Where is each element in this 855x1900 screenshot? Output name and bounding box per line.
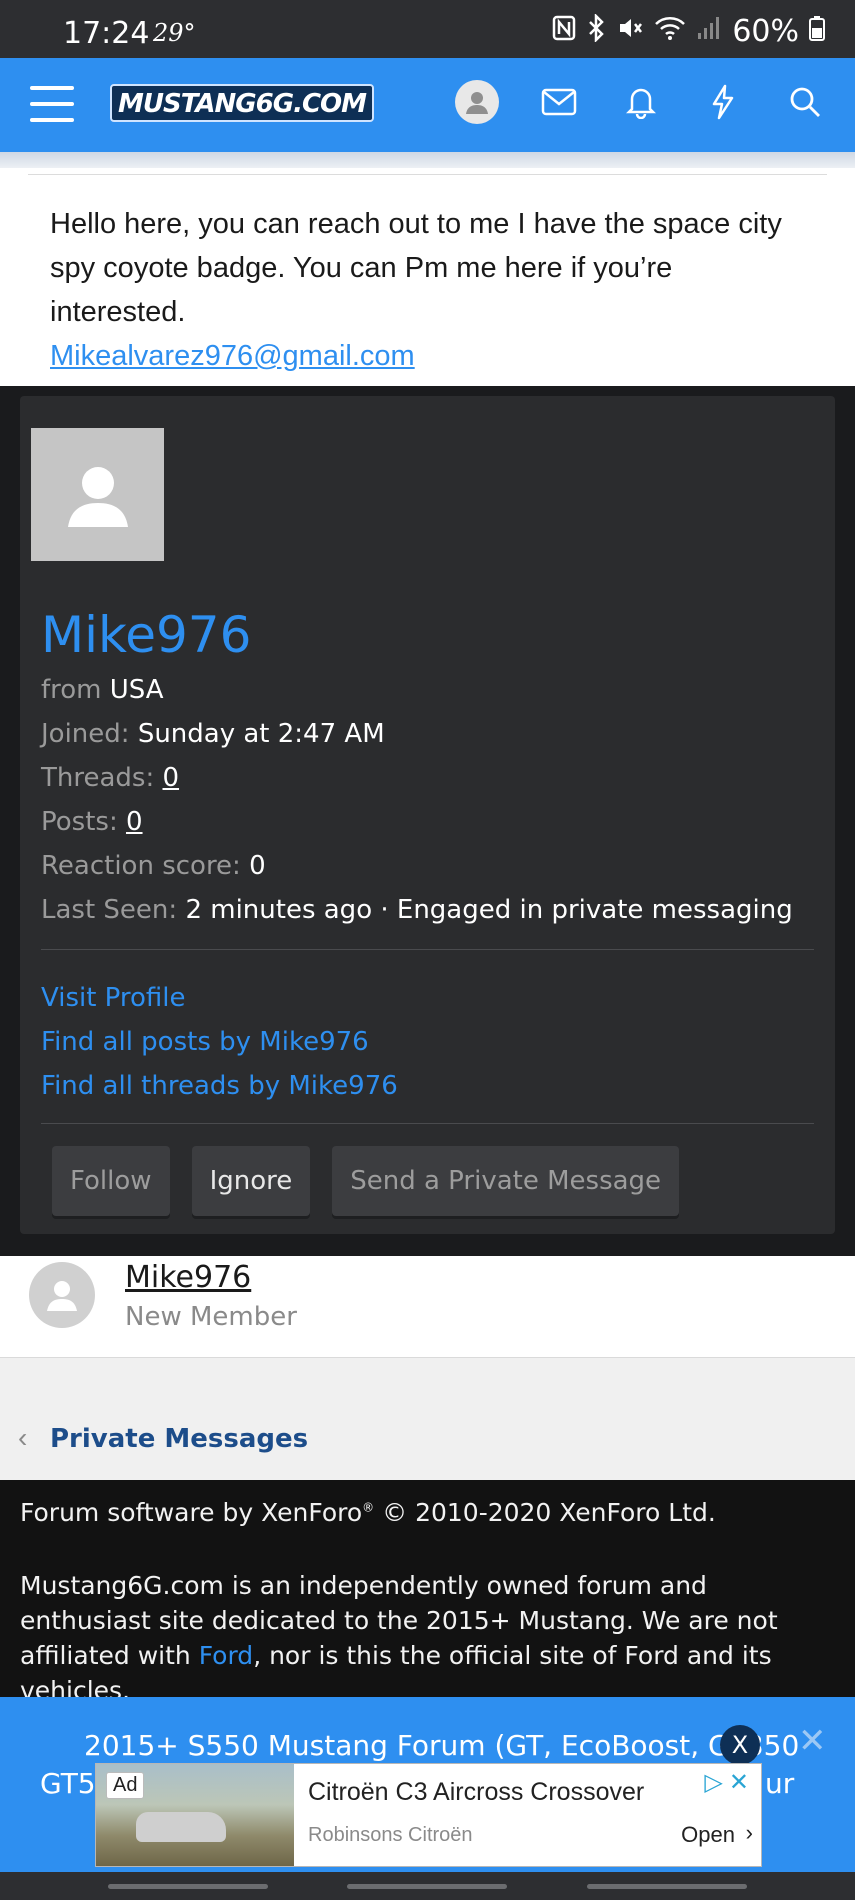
bluetooth-icon (586, 12, 606, 49)
conversation-participant-row: Mike976 New Member (0, 1256, 855, 1358)
system-gesture-bar (0, 1872, 855, 1900)
car-image (136, 1812, 226, 1842)
reaction-label: Reaction score: (41, 851, 241, 881)
follow-button[interactable]: Follow (52, 1146, 170, 1216)
last-seen-label: Last Seen: (41, 895, 178, 925)
inbox-icon[interactable] (537, 80, 581, 124)
message-body: Hello here, you can reach out to me I ha… (50, 202, 810, 378)
battery-percent: 60% (732, 14, 799, 49)
ad-title[interactable]: Citroën C3 Aircross Crossover (308, 1778, 644, 1807)
send-private-message-button[interactable]: Send a Private Message (332, 1146, 680, 1216)
nav-home-handle[interactable] (347, 1884, 507, 1889)
ad-bar-title-line2-right: ur (765, 1767, 795, 1800)
visit-profile-link[interactable]: Visit Profile (41, 976, 398, 1020)
menu-icon[interactable] (30, 86, 74, 122)
wifi-icon (654, 15, 686, 48)
from-label: from (41, 675, 102, 705)
threads-label: Threads: (41, 763, 155, 793)
divider (41, 949, 814, 950)
from-row: from USA (41, 668, 793, 712)
signal-icon (696, 15, 722, 48)
breadcrumb: ‹ Private Messages (0, 1358, 855, 1480)
from-value: USA (109, 675, 164, 705)
account-avatar-button[interactable] (455, 80, 499, 124)
chevron-left-icon: ‹ (18, 1422, 28, 1453)
member-card: Mike976 from USA Joined: Sunday at 2:47 … (20, 396, 835, 1234)
nav-icons (455, 80, 827, 124)
chevron-right-icon: › (745, 1820, 753, 1845)
adchoices-icon[interactable]: ▷ (704, 1768, 722, 1797)
footer-about: Mustang6G.com is an independently owned … (20, 1568, 840, 1700)
search-icon[interactable] (783, 80, 827, 124)
close-icon[interactable]: ✕ (798, 1721, 827, 1761)
status-bar: 17:24 29° 60% (0, 0, 855, 58)
posts-row: Posts: 0 (41, 800, 793, 844)
avatar-icon (455, 80, 499, 124)
registered-mark: ® (362, 1500, 375, 1515)
participant-avatar[interactable] (29, 1262, 95, 1328)
mute-icon (616, 14, 644, 49)
status-icons: 60% (552, 12, 825, 49)
participant-name-link[interactable]: Mike976 (125, 1260, 251, 1295)
posts-count-link[interactable]: 0 (126, 807, 143, 837)
joined-row: Joined: Sunday at 2:47 AM (41, 712, 793, 756)
message-panel: Hello here, you can reach out to me I ha… (0, 168, 855, 386)
nfc-icon (552, 15, 576, 48)
email-link[interactable]: Mikealvarez976@gmail.com (50, 340, 415, 372)
adchoices[interactable]: ▷ ✕ (704, 1768, 749, 1797)
footer-software-prefix[interactable]: Forum software by XenForo (20, 1498, 362, 1527)
reaction-value: 0 (249, 851, 266, 881)
ad-badge: Ad (106, 1772, 145, 1799)
ad-bar-title-line1: 2015+ S550 Mustang Forum (GT, EcoBoost, … (84, 1729, 800, 1762)
footer-copyright: Forum software by XenForo® © 2010-2020 X… (20, 1498, 716, 1527)
nav-recent-handle[interactable] (108, 1884, 268, 1889)
divider (28, 174, 827, 175)
joined-label: Joined: (41, 719, 130, 749)
breadcrumb-private-messages[interactable]: Private Messages (50, 1424, 308, 1454)
bell-icon[interactable] (619, 80, 663, 124)
ignore-button[interactable]: Ignore (191, 1146, 311, 1216)
ad-dismiss-icon[interactable]: ✕ (729, 1768, 749, 1797)
last-seen-value: 2 minutes ago · Engaged in private messa… (185, 895, 793, 925)
threads-row: Threads: 0 (41, 756, 793, 800)
site-footer: Forum software by XenForo® © 2010-2020 X… (0, 1480, 855, 1700)
default-avatar-icon (47, 1281, 77, 1311)
ad-bar-title-line2-left: GT5 (40, 1767, 96, 1800)
member-avatar[interactable] (31, 428, 164, 561)
joined-value: Sunday at 2:47 AM (137, 719, 385, 749)
nav-back-handle[interactable] (587, 1884, 747, 1889)
threads-count-link[interactable]: 0 (162, 763, 179, 793)
status-temperature: 29° (153, 19, 196, 47)
ford-link[interactable]: Ford (199, 1641, 254, 1670)
site-logo[interactable]: MUSTANG6G.COM (110, 84, 375, 122)
reaction-row: Reaction score: 0 (41, 844, 793, 888)
member-info: from USA Joined: Sunday at 2:47 AM Threa… (41, 668, 793, 932)
ad-card[interactable]: Ad ▷ ✕ Citroën C3 Aircross Crossover Rob… (95, 1763, 762, 1867)
last-seen-row: Last Seen: 2 minutes ago · Engaged in pr… (41, 888, 793, 932)
top-navbar: MUSTANG6G.COM (0, 58, 855, 152)
divider (41, 1123, 814, 1124)
member-tooltip-overlay: Mike976 from USA Joined: Sunday at 2:47 … (0, 386, 855, 1256)
default-avatar-icon (67, 466, 128, 527)
lightning-icon[interactable] (701, 80, 745, 124)
status-time: 17:24 (63, 16, 150, 51)
sticky-ad-bar: 2015+ S550 Mustang Forum (GT, EcoBoost, … (0, 1697, 855, 1872)
member-links: Visit Profile Find all posts by Mike976 … (41, 976, 398, 1108)
member-actions: Follow Ignore Send a Private Message (52, 1146, 680, 1216)
participant-role: New Member (125, 1302, 297, 1332)
message-text: Hello here, you can reach out to me I ha… (50, 208, 782, 328)
posts-label: Posts: (41, 807, 118, 837)
ad-open-button[interactable]: Open (681, 1822, 735, 1848)
ad-close-circle-button[interactable]: X (720, 1725, 760, 1765)
ad-advertiser: Robinsons Citroën (308, 1824, 473, 1846)
find-threads-link[interactable]: Find all threads by Mike976 (41, 1064, 398, 1108)
battery-icon (809, 15, 825, 48)
find-posts-link[interactable]: Find all posts by Mike976 (41, 1020, 398, 1064)
member-username[interactable]: Mike976 (41, 606, 251, 664)
footer-software-suffix: © 2010-2020 XenForo Ltd. (374, 1498, 716, 1527)
